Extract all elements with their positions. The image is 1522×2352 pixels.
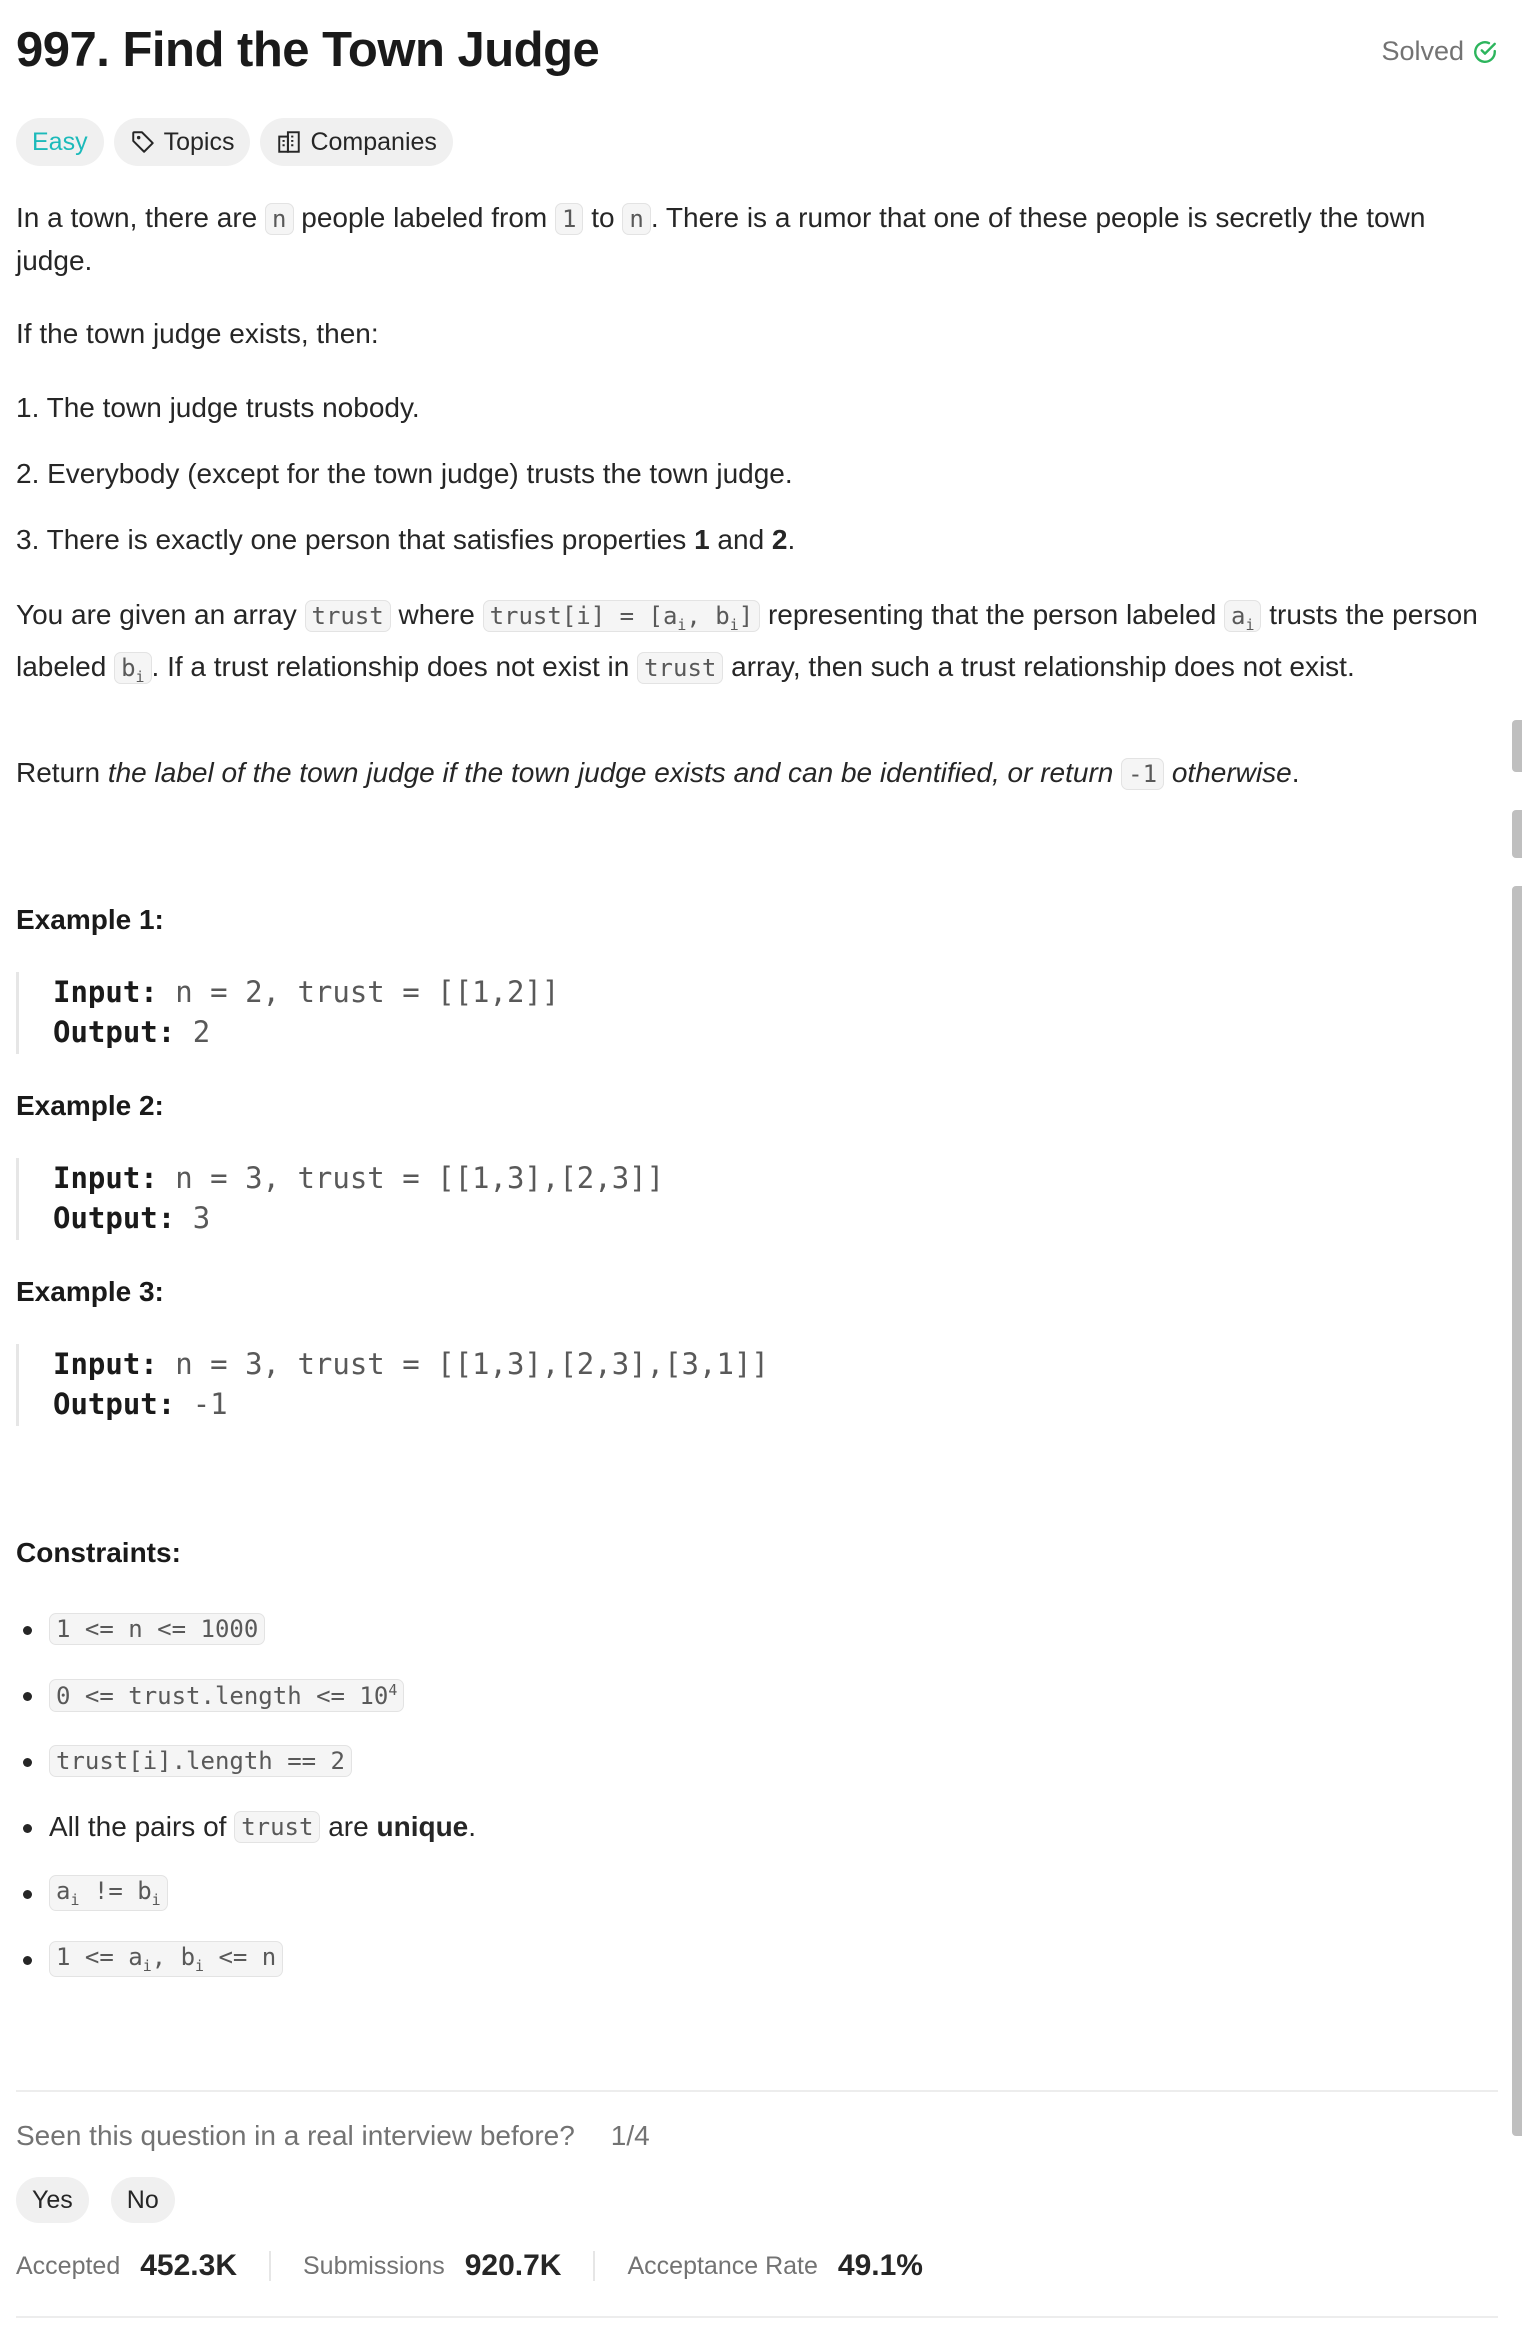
constraint-item: All the pairs of trust are unique. — [16, 1794, 476, 1860]
stats-row: Accepted 452.3K Submissions 920.7K Accep… — [16, 2249, 923, 2283]
code-trust: trust — [304, 600, 391, 632]
yes-button[interactable]: Yes — [16, 2177, 89, 2223]
side-handle[interactable] — [1512, 720, 1522, 772]
example-2-block: Input: n = 3, trust = [[1,3],[2,3]] Outp… — [16, 1158, 664, 1240]
divider — [16, 2090, 1498, 2092]
submissions-value: 920.7K — [464, 2249, 562, 2282]
rule-1: 1. The town judge trusts nobody. — [16, 392, 420, 423]
title-row: 997. Find the Town Judge Solved — [16, 22, 1498, 86]
paragraph-intro: In a town, there are n people labeled fr… — [16, 202, 1426, 276]
divider — [16, 2316, 1498, 2318]
interview-buttons: Yes No — [16, 2177, 175, 2223]
interview-counter: 1/4 — [610, 2120, 650, 2151]
rule-3: 3. There is exactly one person that sati… — [16, 524, 796, 555]
code-trust: trust — [637, 651, 724, 684]
companies-button[interactable]: Companies — [260, 118, 453, 166]
accepted-value: 452.3K — [140, 2249, 237, 2282]
example-2-title: Example 2: — [16, 1090, 164, 1121]
interview-question: Seen this question in a real interview b… — [16, 2120, 650, 2151]
constraints-title: Constraints: — [16, 1537, 181, 1568]
companies-label: Companies — [310, 127, 437, 156]
topics-label: Topics — [163, 127, 235, 156]
code-b-i: bi — [114, 651, 152, 686]
check-circle-icon — [1474, 40, 1496, 63]
no-button[interactable]: No — [110, 2177, 175, 2223]
scrollbar-thumb[interactable] — [1512, 886, 1522, 2136]
difficulty-badge[interactable]: Easy — [16, 118, 104, 166]
stat-separator — [593, 2251, 596, 2281]
constraint-item: 1 <= n <= 1000 — [16, 1596, 476, 1662]
tag-row: Easy Topics Companies — [16, 118, 453, 166]
rule-2: 2. Everybody (except for the town judge)… — [16, 458, 793, 489]
code-n: n — [622, 203, 651, 235]
code-1: 1 — [555, 203, 584, 235]
code-a-i: ai — [1224, 600, 1262, 634]
constraint-item: 1 <= ai, bi <= n — [16, 1926, 476, 1992]
example-3-title: Example 3: — [16, 1276, 164, 1307]
problem-title[interactable]: 997. Find the Town Judge — [16, 22, 600, 78]
paragraph-conditions: If the town judge exists, then: — [16, 318, 379, 349]
constraints-list: 1 <= n <= 1000 0 <= trust.length <= 104 … — [16, 1596, 476, 1992]
code-minus-one: -1 — [1121, 758, 1165, 790]
code-n: n — [265, 203, 294, 235]
constraint-item: ai != bi — [16, 1860, 476, 1926]
paragraph-return: Return the label of the town judge if th… — [16, 757, 1300, 790]
tag-icon — [131, 131, 154, 153]
building-icon — [278, 131, 301, 153]
solved-label: Solved — [1381, 36, 1464, 66]
constraint-item: trust[i].length == 2 — [16, 1728, 476, 1794]
submissions-label: Submissions — [303, 2251, 445, 2280]
constraint-item: 0 <= trust.length <= 104 — [16, 1662, 476, 1728]
solved-status: Solved — [1381, 36, 1498, 67]
topics-button[interactable]: Topics — [113, 118, 251, 166]
side-handle[interactable] — [1512, 810, 1522, 858]
stat-separator — [269, 2251, 271, 2281]
code-trust-i: trust[i] = [ai, bi] — [482, 600, 761, 634]
acceptance-rate-label: Acceptance Rate — [627, 2251, 818, 2280]
example-3-block: Input: n = 3, trust = [[1,3],[2,3],[3,1]… — [16, 1344, 769, 1426]
example-1-block: Input: n = 2, trust = [[1,2]] Output: 2 — [16, 972, 559, 1054]
accepted-label: Accepted — [16, 2251, 121, 2280]
acceptance-rate-value: 49.1% — [837, 2249, 923, 2282]
example-1-title: Example 1: — [16, 904, 164, 935]
paragraph-trust: You are given an array trust where trust… — [16, 599, 1478, 686]
